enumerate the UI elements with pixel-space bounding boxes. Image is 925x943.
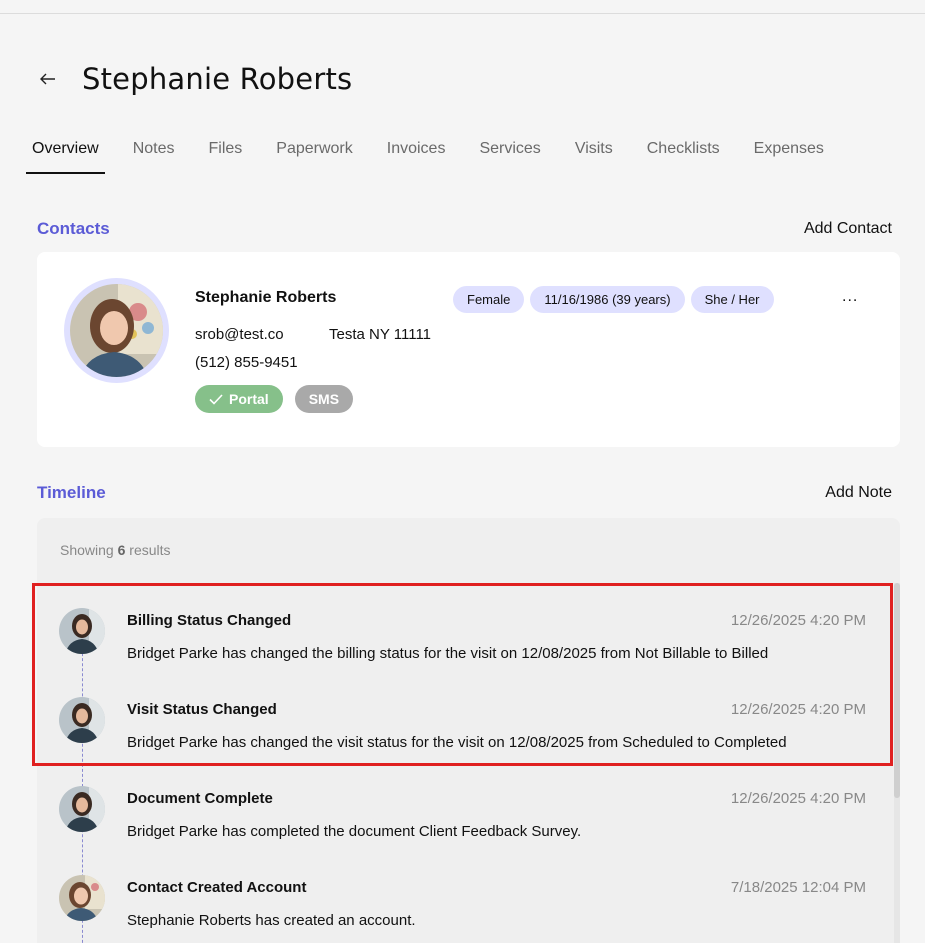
arrow-left-icon[interactable]: [38, 69, 58, 89]
contact-email: srob@test.co: [195, 326, 284, 343]
tab-files[interactable]: Files: [202, 136, 248, 174]
scrollbar-thumb[interactable]: [894, 583, 900, 798]
avatar: [59, 875, 105, 921]
timeline-entry: Contact Created Account 7/18/2025 12:04 …: [37, 872, 894, 943]
entry-description: Bridget Parke has completed the document…: [127, 823, 582, 840]
contact-badges: Portal SMS: [195, 385, 354, 413]
results-count: Showing 6 results: [60, 542, 171, 558]
contact-address: Testa NY 11111: [329, 326, 432, 343]
gender-chip: Female: [453, 286, 525, 313]
tab-paperwork[interactable]: Paperwork: [270, 136, 358, 174]
avatar: [59, 786, 105, 832]
tab-checklists[interactable]: Checklists: [641, 136, 726, 174]
contacts-header: Contacts Add Contact: [37, 219, 892, 239]
entry-title: Contact Created Account: [127, 879, 307, 896]
page-header: Stephanie Roberts: [38, 62, 352, 96]
tab-expenses[interactable]: Expenses: [748, 136, 830, 174]
entry-timestamp: 7/18/2025 12:04 PM: [730, 879, 866, 896]
contact-card: Stephanie Roberts srob@test.co Testa NY …: [37, 252, 900, 447]
tab-invoices[interactable]: Invoices: [381, 136, 452, 174]
entry-description: Stephanie Roberts has created an account…: [127, 912, 416, 929]
timeline-entry: Document Complete 12/26/2025 4:20 PM Bri…: [37, 783, 894, 872]
tab-notes[interactable]: Notes: [127, 136, 181, 174]
entry-timestamp: 12/26/2025 4:20 PM: [730, 790, 866, 807]
more-options-icon[interactable]: ...: [842, 288, 858, 306]
contact-name: Stephanie Roberts: [195, 289, 337, 306]
top-divider: [0, 13, 925, 14]
contact-chips: Female 11/16/1986 (39 years) She / Her: [453, 286, 774, 313]
tab-bar: Overview Notes Files Paperwork Invoices …: [26, 136, 852, 174]
avatar: [64, 278, 169, 383]
add-contact-button[interactable]: Add Contact: [804, 220, 892, 238]
check-icon: [209, 393, 223, 405]
pronouns-chip: She / Her: [690, 286, 774, 313]
portal-label: Portal: [229, 391, 269, 407]
tab-overview[interactable]: Overview: [26, 136, 105, 174]
entry-title: Document Complete: [127, 790, 273, 807]
portal-badge[interactable]: Portal: [195, 385, 283, 413]
contact-phone: (512) 855-9451: [195, 354, 298, 371]
tab-services[interactable]: Services: [473, 136, 546, 174]
tab-visits[interactable]: Visits: [569, 136, 619, 174]
birthdate-chip: 11/16/1986 (39 years): [530, 286, 685, 313]
page-title: Stephanie Roberts: [82, 62, 353, 96]
add-note-button[interactable]: Add Note: [825, 484, 892, 502]
highlight-box: [32, 583, 893, 766]
timeline-title: Timeline: [37, 483, 106, 502]
contacts-title: Contacts: [37, 219, 110, 238]
contact-photo: [70, 284, 163, 377]
timeline-header: Timeline Add Note: [37, 483, 892, 503]
sms-badge[interactable]: SMS: [294, 385, 354, 413]
